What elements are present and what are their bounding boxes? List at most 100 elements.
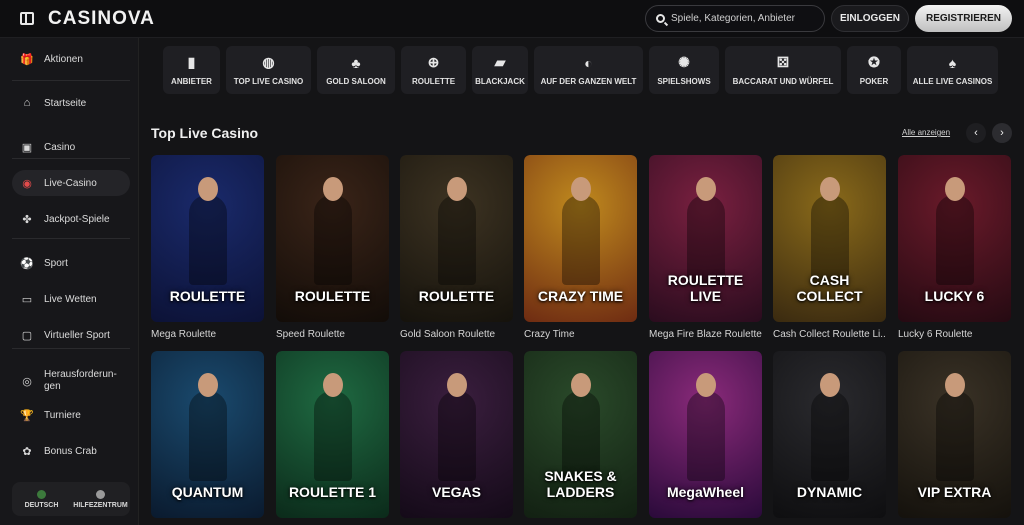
game-title[interactable]: Gold Saloon Roulette (400, 329, 513, 340)
game-tile[interactable]: CRAZY TIME Crazy Time (524, 155, 637, 345)
game-title[interactable]: Mega Roulette (151, 329, 264, 340)
sidebar-item-label: Virtueller Sport (44, 329, 110, 341)
dice-icon: ⚄ (776, 54, 790, 70)
game-thumbnail[interactable]: MegaWheel (649, 351, 762, 518)
category-label: TOP LIVE CASINO (233, 77, 304, 86)
language-label: DEUTSCH (24, 501, 59, 509)
challenge-icon: ◎ (22, 375, 32, 388)
sidebar-item-herausforderun-gen[interactable]: ◎ Herausforderun-gen (12, 368, 130, 394)
game-thumbnail[interactable]: VEGAS (400, 351, 513, 518)
game-tile[interactable]: ROULETTE Gold Saloon Roulette (400, 155, 513, 345)
game-thumbnail[interactable]: ROULETTE 1 (276, 351, 389, 518)
chevron-right-icon[interactable]: › (992, 123, 1012, 143)
dealer-figure (936, 195, 974, 285)
sidebar-item-label: Casino (44, 141, 76, 153)
slot-machine-icon: ▣ (21, 141, 33, 154)
game-thumbnail[interactable]: ROULETTE (151, 155, 264, 322)
sidebar-divider (12, 348, 130, 349)
search-input[interactable] (671, 13, 816, 24)
game-thumbnail[interactable]: DYNAMIC (773, 351, 886, 518)
sidebar-item-virtueller-sport[interactable]: ▢ Virtueller Sport (12, 322, 130, 348)
game-thumbnail[interactable]: QUANTUM (151, 351, 264, 518)
dealer-figure (687, 391, 725, 481)
game-tile[interactable]: ROULETTE Speed Roulette (276, 155, 389, 345)
search-icon (656, 14, 665, 23)
category-blackjack[interactable]: ▰ BLACKJACK (472, 46, 528, 94)
sidebar-item-label: Turniere (44, 409, 81, 421)
login-button[interactable]: EINLOGGEN (831, 5, 909, 32)
sidebar-item-startseite[interactable]: ⌂ Startseite (12, 90, 130, 116)
dealer-figure (189, 391, 227, 481)
chevron-left-icon[interactable]: ‹ (966, 123, 986, 143)
category-auf-der-ganzen-welt[interactable]: ◐ AUF DER GANZEN WELT (534, 46, 643, 94)
game-thumbnail[interactable]: LUCKY 6 (898, 155, 1011, 322)
game-title[interactable]: Cash Collect Roulette Li... (773, 329, 886, 340)
category-gold-saloon[interactable]: ♣ GOLD SALOON (317, 46, 395, 94)
sidebar-item-casino[interactable]: ▣ Casino (12, 134, 130, 160)
dealer-figure (314, 195, 352, 285)
game-thumbnail[interactable]: ROULETTE (400, 155, 513, 322)
game-tile[interactable]: QUANTUM (151, 351, 264, 521)
game-title[interactable]: Mega Fire Blaze Roulette ... (649, 329, 762, 340)
language-selector[interactable]: DEUTSCH (12, 482, 71, 516)
game-tile[interactable]: DYNAMIC (773, 351, 886, 521)
game-tile[interactable]: VEGAS (400, 351, 513, 521)
game-title[interactable]: Speed Roulette (276, 329, 389, 340)
category-label: ROULETTE (411, 77, 456, 86)
dealer-image (696, 177, 716, 201)
game-tile[interactable]: MegaWheel (649, 351, 762, 521)
crab-icon: ✿ (22, 445, 32, 458)
category-top-live-casino[interactable]: ◍ TOP LIVE CASINO (226, 46, 311, 94)
game-logo: SNAKES & LADDERS (544, 468, 617, 500)
game-tile[interactable]: LUCKY 6 Lucky 6 Roulette (898, 155, 1011, 345)
category-label: POKER (859, 77, 889, 86)
game-title[interactable]: Lucky 6 Roulette (898, 329, 1011, 340)
sidebar-item-aktionen[interactable]: 🎁 Aktionen (12, 46, 130, 72)
game-title[interactable]: Crazy Time (524, 329, 637, 340)
search-box[interactable] (645, 5, 825, 32)
cards-icon: ▰ (494, 54, 506, 70)
game-thumbnail[interactable]: ROULETTE LIVE (649, 155, 762, 322)
game-tile[interactable]: VIP EXTRA (898, 351, 1011, 521)
sidebar-toggle-icon[interactable] (20, 12, 34, 25)
game-thumbnail[interactable]: ROULETTE (276, 155, 389, 322)
category-spielshows[interactable]: ✺ SPIELSHOWS (649, 46, 719, 94)
game-tile[interactable]: CASH COLLECT Cash Collect Roulette Li... (773, 155, 886, 345)
game-thumbnail[interactable]: CASH COLLECT (773, 155, 886, 322)
game-logo: MegaWheel (666, 484, 744, 500)
register-button[interactable]: REGISTRIEREN (915, 5, 1012, 32)
sidebar-item-bonus-crab[interactable]: ✿ Bonus Crab (12, 438, 130, 464)
see-all-link[interactable]: Alle anzeigen (902, 128, 950, 137)
home-icon: ⌂ (23, 97, 31, 109)
category-baccarat-und-w-rfel[interactable]: ⚄ BACCARAT UND WÜRFEL (725, 46, 841, 94)
sidebar-item-turniere[interactable]: 🏆 Turniere (12, 402, 130, 428)
category-label: GOLD SALOON (326, 76, 386, 86)
globe-icon: ◐ (584, 54, 593, 71)
sidebar-item-sport[interactable]: ⚽ Sport (12, 250, 130, 276)
sidebar-item-live-wetten[interactable]: ▭ Live Wetten (12, 286, 130, 312)
sidebar-item-label: Jackpot-Spiele (44, 213, 110, 225)
game-tile[interactable]: ROULETTE Mega Roulette (151, 155, 264, 345)
dealer-image (571, 373, 591, 397)
dealer-image (447, 373, 467, 397)
game-tile[interactable]: ROULETTE LIVE Mega Fire Blaze Roulette ..… (649, 155, 762, 345)
dealer-figure (562, 195, 600, 285)
category-anbieter[interactable]: ▮ ANBIETER (163, 46, 220, 94)
game-thumbnail[interactable]: SNAKES & LADDERS (524, 351, 637, 518)
category-label: ANBIETER (171, 77, 212, 86)
help-center-button[interactable]: HILFEZENTRUM (71, 482, 130, 516)
sidebar-item-live-casino[interactable]: ◉ Live-Casino (12, 170, 130, 196)
game-logo: QUANTUM (171, 484, 244, 500)
virtual-sport-icon: ▢ (21, 329, 33, 342)
game-tile[interactable]: SNAKES & LADDERS (524, 351, 637, 521)
game-thumbnail[interactable]: CRAZY TIME (524, 155, 637, 322)
sidebar-item-jackpot-spiele[interactable]: ✤ Jackpot-Spiele (12, 206, 130, 232)
dealer-image (945, 177, 965, 201)
category-poker[interactable]: ✪ POKER (847, 46, 901, 94)
game-tile[interactable]: ROULETTE 1 (276, 351, 389, 521)
casino-logo[interactable]: CASINOVA (48, 8, 155, 30)
category-alle-live-casinos[interactable]: ♠ ALLE LIVE CASINOS (907, 46, 998, 94)
game-thumbnail[interactable]: VIP EXTRA (898, 351, 1011, 518)
category-roulette[interactable]: ⊕ ROULETTE (401, 46, 466, 94)
sidebar-item-label: Startseite (44, 97, 87, 109)
